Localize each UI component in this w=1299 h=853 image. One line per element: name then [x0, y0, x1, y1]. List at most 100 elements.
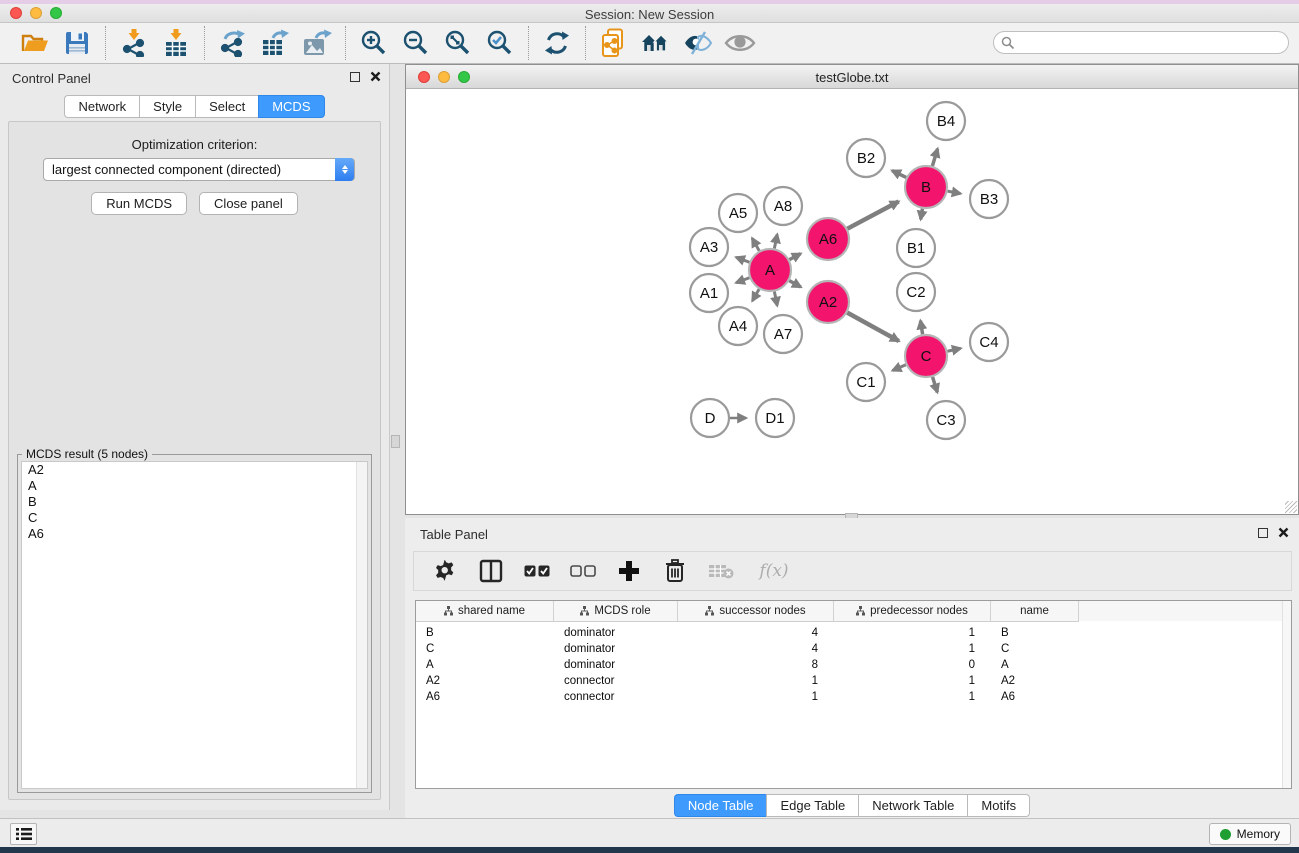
network-graph[interactable]: B4B2BB3B1A5A8A6A3AA1A2C2A4A7CC4C1C3DD1 — [406, 89, 1298, 514]
add-column-button[interactable] — [612, 555, 646, 587]
edge-A-A1[interactable] — [736, 278, 749, 283]
table-cell[interactable]: B — [991, 625, 1079, 641]
hide-show-button[interactable] — [677, 26, 719, 60]
result-list-scrollbar[interactable] — [356, 462, 367, 788]
edge-B-B1[interactable] — [921, 209, 923, 220]
table-columns-button[interactable] — [474, 555, 508, 587]
edge-A-A3[interactable] — [736, 257, 749, 262]
table-cell[interactable]: A2 — [991, 673, 1079, 689]
edge-B-B2[interactable] — [892, 171, 906, 178]
table-cell[interactable]: B — [416, 625, 554, 641]
table-scrollbar[interactable] — [1282, 601, 1291, 788]
edge-C-C3[interactable] — [933, 377, 938, 392]
search-input[interactable] — [993, 31, 1289, 54]
new-network-from-selection-button[interactable] — [593, 26, 635, 60]
delete-column-button[interactable] — [658, 555, 692, 587]
table-row[interactable]: A6connector11A6 — [416, 689, 1291, 705]
tab-network[interactable]: Network — [64, 95, 139, 118]
tab-mcds[interactable]: MCDS — [258, 95, 324, 118]
edge-B-B3[interactable] — [948, 191, 961, 193]
edge-A-A4[interactable] — [752, 289, 759, 301]
edge-A-A6[interactable] — [789, 254, 800, 260]
node-A5[interactable]: A5 — [719, 194, 757, 232]
vertical-splitter-handle[interactable] — [391, 435, 400, 448]
node-D[interactable]: D — [691, 399, 729, 437]
zoom-fit-button[interactable] — [437, 26, 479, 60]
node-A2[interactable]: A2 — [807, 281, 849, 323]
table-cell[interactable]: 1 — [834, 625, 991, 641]
node-B2[interactable]: B2 — [847, 139, 885, 177]
table-cell[interactable]: 8 — [678, 657, 834, 673]
table-cell[interactable]: connector — [554, 673, 678, 689]
node-C3[interactable]: C3 — [927, 401, 965, 439]
import-network-button[interactable] — [113, 26, 155, 60]
node-C1[interactable]: C1 — [847, 363, 885, 401]
column-header-successor-nodes[interactable]: successor nodes — [678, 601, 834, 622]
node-D1[interactable]: D1 — [756, 399, 794, 437]
node-B1[interactable]: B1 — [897, 229, 935, 267]
edge-C-C1[interactable] — [893, 365, 906, 371]
edge-C-C2[interactable] — [920, 321, 922, 335]
node-A7[interactable]: A7 — [764, 315, 802, 353]
first-neighbors-button[interactable] — [635, 26, 677, 60]
table-cell[interactable]: A — [991, 657, 1079, 673]
select-all-columns-button[interactable] — [520, 555, 554, 587]
float-panel-icon[interactable] — [350, 72, 360, 82]
table-cell[interactable]: 0 — [834, 657, 991, 673]
tab-style[interactable]: Style — [139, 95, 195, 118]
table-cell[interactable]: 4 — [678, 625, 834, 641]
node-A4[interactable]: A4 — [719, 307, 757, 345]
tab-node-table[interactable]: Node Table — [674, 794, 767, 817]
run-mcds-button[interactable]: Run MCDS — [91, 192, 187, 215]
edge-B-B4[interactable] — [932, 149, 937, 166]
table-settings-button[interactable] — [428, 555, 462, 587]
criterion-select[interactable]: largest connected component (directed) — [43, 158, 355, 181]
close-table-panel-icon[interactable] — [1278, 527, 1289, 538]
table-cell[interactable]: 1 — [834, 641, 991, 657]
table-cell[interactable]: 1 — [834, 673, 991, 689]
zoom-selected-button[interactable] — [479, 26, 521, 60]
close-panel-icon[interactable] — [370, 71, 381, 82]
delete-table-button[interactable] — [704, 555, 738, 587]
table-row[interactable]: Bdominator41B — [416, 625, 1291, 641]
mcds-result-item[interactable]: C — [22, 510, 367, 526]
float-table-panel-icon[interactable] — [1258, 528, 1268, 538]
import-table-button[interactable] — [155, 26, 197, 60]
node-C2[interactable]: C2 — [897, 273, 935, 311]
edge-A6-B[interactable] — [847, 202, 898, 229]
mcds-result-item[interactable]: A — [22, 478, 367, 494]
mcds-result-item[interactable]: B — [22, 494, 367, 510]
node-B[interactable]: B — [905, 166, 947, 208]
edge-A-A2[interactable] — [789, 281, 801, 287]
close-panel-button[interactable]: Close panel — [199, 192, 298, 215]
table-cell[interactable]: 1 — [834, 689, 991, 705]
node-A1[interactable]: A1 — [690, 274, 728, 312]
refresh-button[interactable] — [536, 26, 578, 60]
edge-A-A5[interactable] — [752, 238, 759, 251]
table-cell[interactable]: C — [991, 641, 1079, 657]
table-cell[interactable]: dominator — [554, 625, 678, 641]
edge-A-A7[interactable] — [774, 292, 777, 306]
zoom-in-button[interactable] — [353, 26, 395, 60]
network-canvas[interactable]: B4B2BB3B1A5A8A6A3AA1A2C2A4A7CC4C1C3DD1 — [406, 89, 1298, 514]
node-A8[interactable]: A8 — [764, 187, 802, 225]
mcds-result-item[interactable]: A2 — [22, 462, 367, 478]
table-cell[interactable]: A — [416, 657, 554, 673]
table-cell[interactable]: connector — [554, 689, 678, 705]
table-cell[interactable]: dominator — [554, 641, 678, 657]
network-window-titlebar[interactable]: testGlobe.txt — [406, 65, 1298, 89]
task-history-button[interactable] — [10, 823, 37, 845]
node-C4[interactable]: C4 — [970, 323, 1008, 361]
node-A6[interactable]: A6 — [807, 218, 849, 260]
export-table-button[interactable] — [254, 26, 296, 60]
function-builder-button[interactable]: f(x) — [750, 555, 798, 587]
node-B3[interactable]: B3 — [970, 180, 1008, 218]
node-B4[interactable]: B4 — [927, 102, 965, 140]
table-row[interactable]: Cdominator41C — [416, 641, 1291, 657]
table-cell[interactable]: A6 — [991, 689, 1079, 705]
column-header-MCDS-role[interactable]: MCDS role — [554, 601, 678, 622]
tab-select[interactable]: Select — [195, 95, 258, 118]
node-C[interactable]: C — [905, 335, 947, 377]
edge-A-A8[interactable] — [774, 234, 777, 248]
table-cell[interactable]: 1 — [678, 673, 834, 689]
